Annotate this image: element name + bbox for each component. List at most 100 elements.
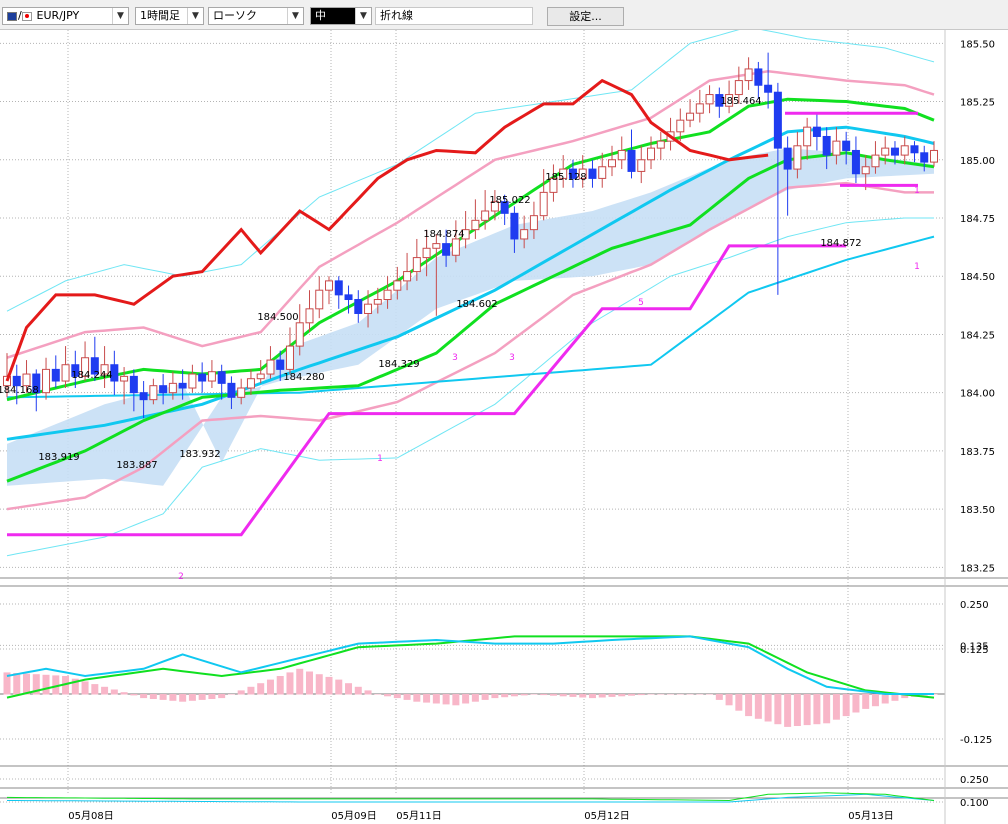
- macd-histogram-bar: [579, 694, 587, 698]
- candle-body: [188, 373, 197, 389]
- candle-body: [588, 168, 597, 179]
- macd-histogram-bar: [130, 694, 138, 696]
- candle-body: [139, 392, 148, 401]
- candle: [354, 290, 363, 323]
- macd-histogram-bar: [101, 686, 109, 695]
- price-annotation: 184.602: [456, 299, 497, 310]
- candle: [471, 199, 480, 239]
- macd-histogram-bar: [862, 694, 870, 709]
- price-annotation: 184.874: [423, 229, 464, 240]
- candle-body: [481, 210, 490, 221]
- macd-histogram-bar: [569, 694, 577, 697]
- candle: [334, 276, 343, 309]
- macd-histogram-bar: [871, 694, 879, 707]
- candlesticks: [3, 52, 938, 419]
- macd-histogram-bar: [364, 690, 372, 695]
- macd-histogram-bar: [647, 694, 655, 695]
- chart-style-select[interactable]: ローソク ▼: [208, 7, 304, 25]
- macd-histogram-bar: [198, 694, 206, 700]
- macd-histogram-bar: [432, 694, 440, 704]
- chevron-down-icon[interactable]: ▼: [355, 8, 371, 24]
- chart-toolbar: / EUR/JPY ▼ 1時間足 ▼ ローソク ▼ 中 ▼ 折れ線 設定...: [0, 0, 1008, 30]
- macd-histogram-bar: [842, 694, 850, 717]
- line-type-label: 折れ線: [380, 9, 413, 22]
- candle-body: [783, 147, 792, 170]
- candle: [656, 131, 665, 160]
- macd-histogram-bar: [442, 694, 450, 705]
- macd-histogram-bar: [793, 694, 801, 726]
- candle: [549, 164, 558, 202]
- price-annotation: 183.887: [116, 460, 157, 471]
- candle: [705, 85, 714, 114]
- candle-body: [61, 364, 70, 382]
- date-tick-label: 05月09日: [331, 810, 376, 822]
- candle: [188, 364, 197, 393]
- macd-histogram-bar: [42, 674, 50, 695]
- candle-body: [442, 243, 451, 256]
- candle-body: [705, 94, 714, 105]
- cloud-area: [7, 148, 934, 486]
- candle-body: [266, 359, 275, 375]
- macd-histogram-bar: [549, 694, 557, 696]
- macd-histogram-bar: [345, 683, 353, 695]
- chevron-down-icon[interactable]: ▼: [112, 8, 128, 24]
- line-width-select[interactable]: 中 ▼: [310, 7, 372, 25]
- price-tick-label: 184.75: [960, 214, 995, 225]
- osc-tick-label: 0.250: [960, 775, 989, 786]
- macd-histogram-bar: [91, 684, 99, 695]
- candle-body: [295, 322, 304, 347]
- macd-histogram-bar: [276, 676, 284, 695]
- candle-body: [695, 103, 704, 114]
- candle-body: [529, 215, 538, 231]
- macd-histogram-bar: [169, 694, 177, 701]
- macd-histogram-bar: [715, 694, 723, 700]
- candle-body: [42, 368, 51, 394]
- candle: [588, 159, 597, 188]
- timeframe-label: 1時間足: [140, 9, 180, 22]
- price-annotation: 185.128: [545, 172, 586, 183]
- settings-button[interactable]: 設定...: [547, 7, 624, 26]
- chevron-down-icon[interactable]: ▼: [287, 8, 303, 24]
- macd-histogram-bar: [637, 694, 645, 696]
- currency-pair-select[interactable]: / EUR/JPY ▼: [2, 7, 129, 25]
- candle-body: [305, 308, 314, 324]
- price-annotation: 184.244: [71, 370, 112, 381]
- zigzag-label: 3: [509, 353, 515, 363]
- candle: [256, 360, 265, 384]
- timeframe-select[interactable]: 1時間足 ▼: [135, 7, 204, 25]
- candle-body: [803, 126, 812, 147]
- macd-histogram-bar: [598, 694, 606, 698]
- candle-body: [861, 166, 870, 175]
- candle-body: [598, 166, 607, 179]
- macd-histogram-bar: [618, 694, 626, 697]
- chevron-down-icon[interactable]: ▼: [187, 8, 203, 24]
- price-annotation: 184.280: [283, 372, 324, 383]
- zigzag-label: 1: [377, 454, 383, 464]
- oscillator-panel: 0.250 0.100: [0, 775, 989, 809]
- candle: [305, 290, 314, 333]
- macd-histogram-bar: [159, 694, 167, 700]
- candle-body: [822, 135, 831, 156]
- macd-histogram-bar: [452, 694, 460, 706]
- macd-histogram-bar: [315, 674, 323, 695]
- date-tick-label: 05月12日: [584, 810, 629, 822]
- macd-histogram-bar: [110, 689, 118, 695]
- macd-histogram-bar: [393, 694, 401, 699]
- candle-body: [930, 149, 938, 163]
- candle: [686, 99, 695, 128]
- macd-histogram-bar: [891, 694, 899, 701]
- macd-tick-label: -0.125: [960, 735, 992, 746]
- macd-histogram-bar: [764, 694, 772, 722]
- candle-body: [920, 152, 929, 163]
- macd-histogram-bar: [520, 694, 528, 696]
- price-chart[interactable]: 2 1 3 3 5 1 1 184.168 184.244 183.919 183.887 183.…: [0, 30, 1008, 824]
- zigzag-label: 1: [914, 186, 920, 196]
- price-annotation: 185.022: [489, 195, 530, 206]
- candle-body: [881, 147, 890, 156]
- line-type-field[interactable]: 折れ線: [375, 7, 533, 25]
- candle-body: [276, 359, 285, 370]
- macd-histogram-bar: [852, 694, 860, 713]
- candle-body: [734, 80, 743, 96]
- price-tick-label: 184.25: [960, 330, 995, 341]
- candle-body: [198, 373, 207, 382]
